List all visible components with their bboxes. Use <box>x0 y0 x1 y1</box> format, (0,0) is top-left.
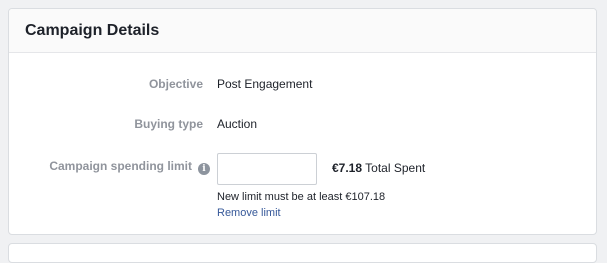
spending-limit-label: Campaign spending limit <box>49 159 192 173</box>
card-title: Campaign Details <box>25 21 160 39</box>
buying-type-value: Auction <box>217 117 258 131</box>
spending-limit-label-group: Campaign spending limit i <box>49 159 210 175</box>
limit-note: New limit must be at least €107.18 <box>217 191 386 203</box>
card-header: Campaign Details <box>9 9 596 53</box>
spent-suffix: Total Spent <box>365 161 426 175</box>
spent-amount: €7.18 <box>332 161 363 175</box>
info-icon[interactable]: i <box>198 163 210 175</box>
campaign-details-card: Campaign Details Objective Post Engageme… <box>8 8 597 235</box>
next-card <box>8 243 597 263</box>
remove-limit-link[interactable]: Remove limit <box>217 207 281 219</box>
total-spent: €7.18 Total Spent <box>332 161 425 175</box>
objective-value: Post Engagement <box>217 77 313 91</box>
spending-limit-input[interactable] <box>217 153 317 185</box>
buying-type-label: Buying type <box>134 117 203 131</box>
objective-label: Objective <box>148 77 203 91</box>
